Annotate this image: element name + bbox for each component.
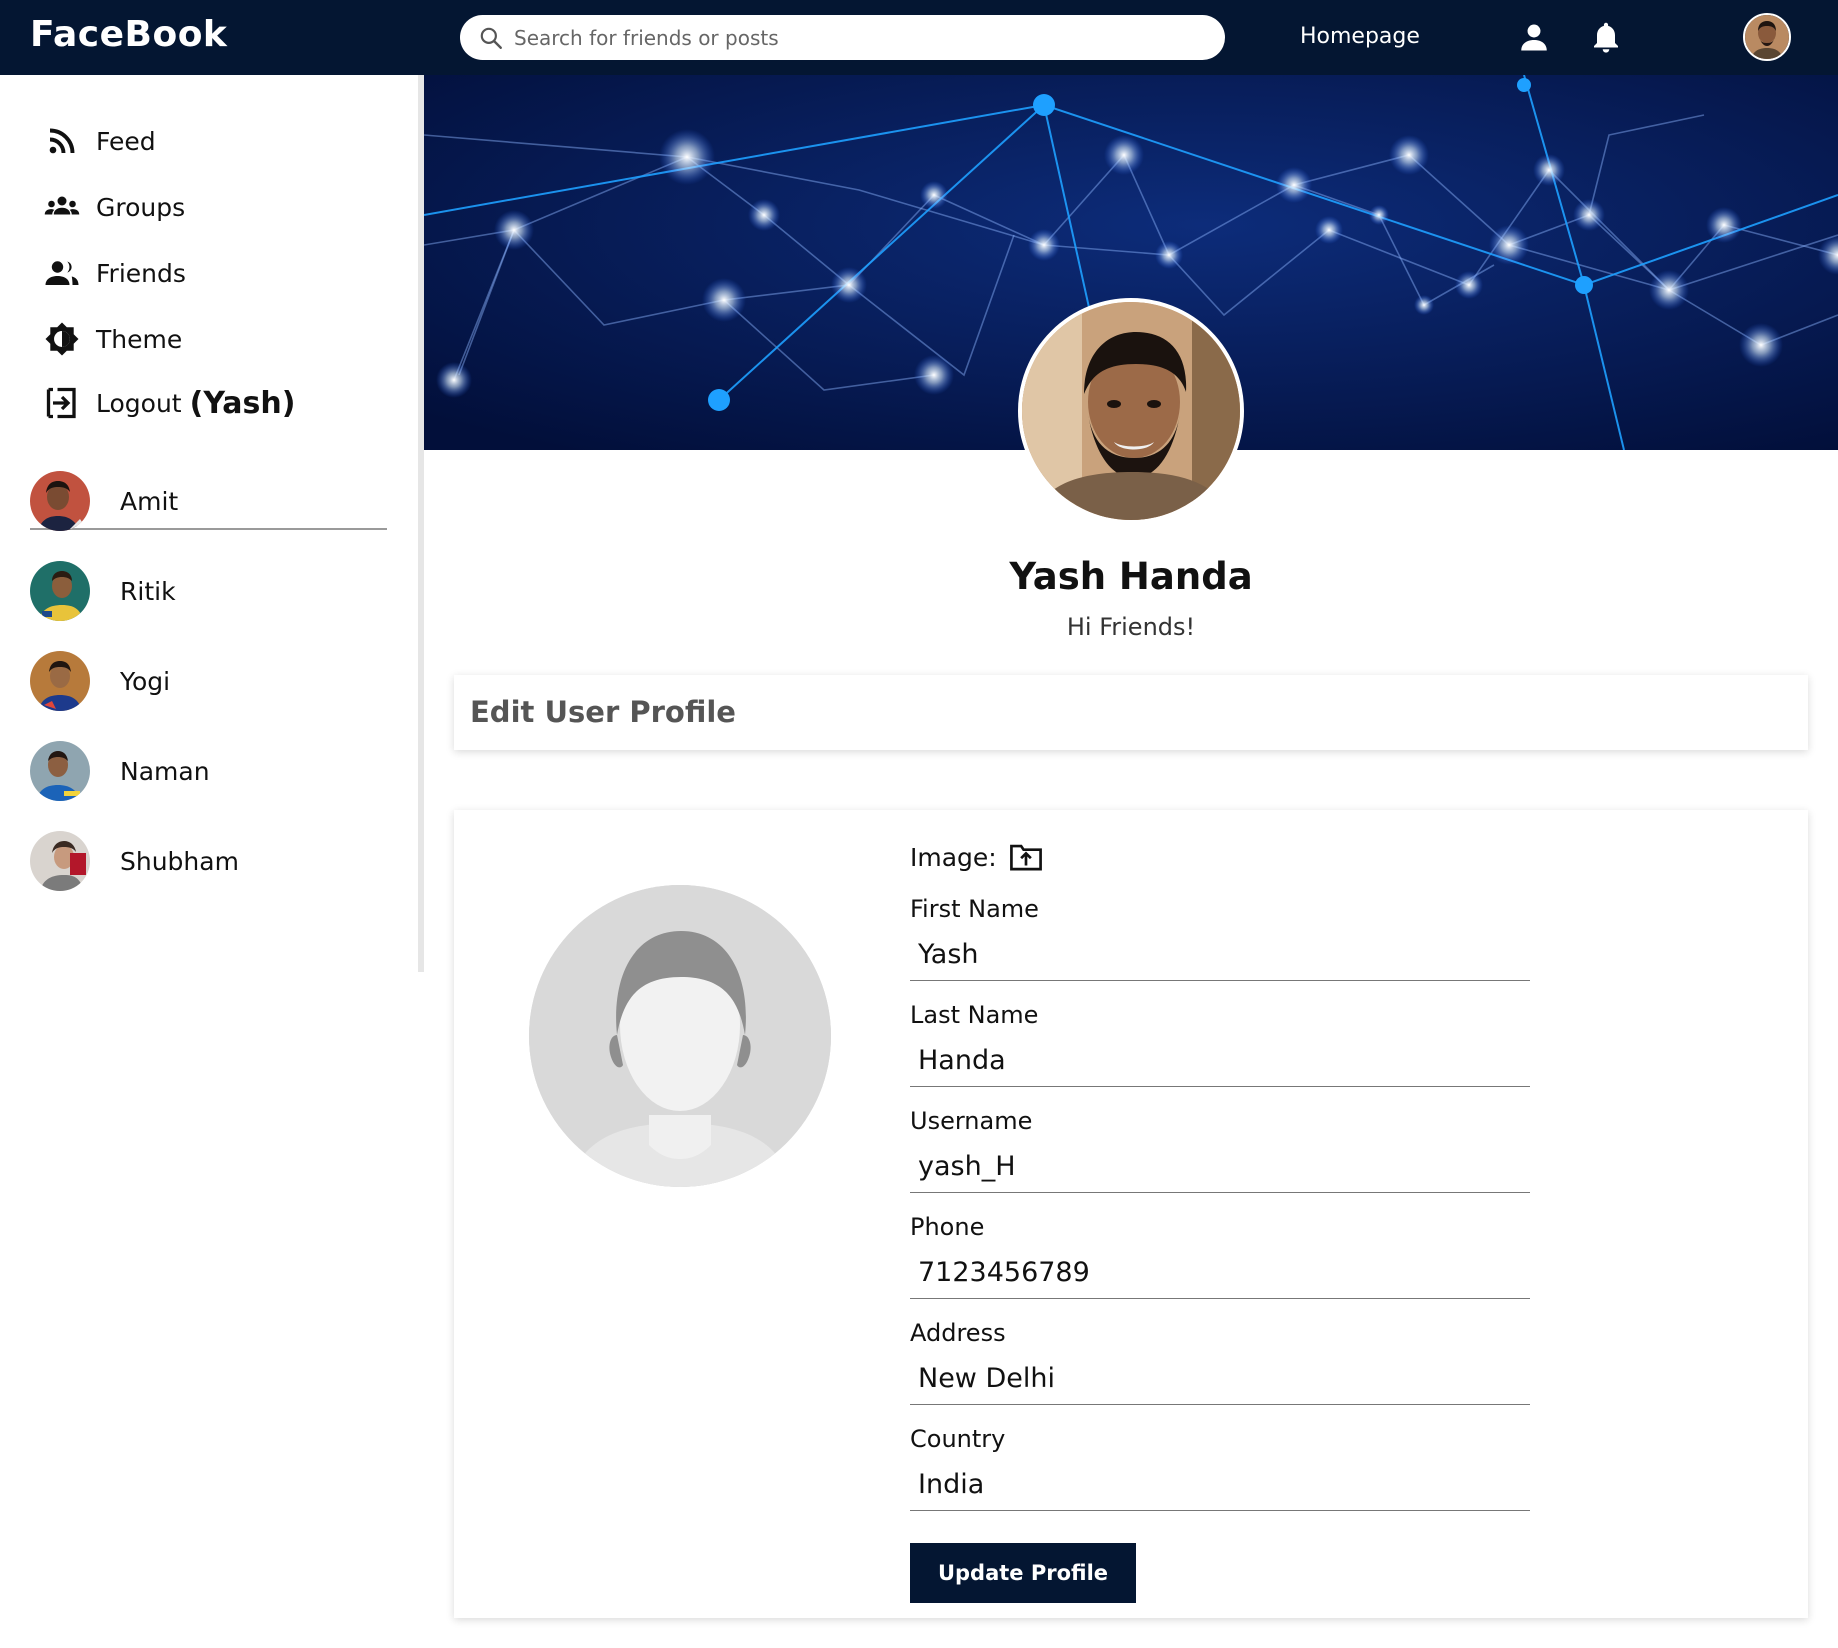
friends-icon [45, 261, 79, 285]
address-field: Address [910, 1319, 1530, 1405]
rss-icon [49, 128, 75, 154]
avatar [30, 561, 90, 621]
friend-name: Amit [120, 486, 179, 516]
homepage-link[interactable]: Homepage [1300, 24, 1420, 49]
brightness-icon [45, 322, 79, 356]
bell-icon[interactable] [1588, 19, 1624, 55]
field-label: Address [910, 1319, 1006, 1347]
last-name-input[interactable] [910, 1029, 1530, 1087]
phone-input[interactable] [910, 1241, 1530, 1299]
sidebar: Feed Groups Friends Theme Logout (Yash) … [0, 75, 418, 972]
person-icon[interactable] [1516, 19, 1552, 55]
friend-item-naman[interactable]: Naman [30, 741, 210, 801]
friend-name: Ritik [120, 576, 176, 606]
sidebar-item-logout[interactable]: Logout (Yash) [44, 385, 295, 421]
search-input[interactable] [514, 25, 1194, 50]
top-navbar: FaceBook Homepage [0, 0, 1838, 75]
profile-status: Hi Friends! [1066, 613, 1196, 641]
friend-item-amit[interactable]: Amit [30, 471, 178, 531]
search-icon [480, 27, 502, 49]
app-logo[interactable]: FaceBook [30, 14, 227, 55]
folder-upload-icon[interactable] [1009, 842, 1043, 872]
avatar [30, 831, 90, 891]
field-label: Username [910, 1107, 1033, 1135]
username-field: Username [910, 1107, 1530, 1193]
update-profile-button[interactable]: Update Profile [910, 1543, 1136, 1603]
phone-field: Phone [910, 1213, 1530, 1299]
sidebar-item-label: Groups [96, 192, 186, 222]
last-name-field: Last Name [910, 1001, 1530, 1087]
logout-username: (Yash) [189, 385, 296, 421]
sidebar-item-friends[interactable]: Friends [44, 255, 186, 291]
sidebar-item-feed[interactable]: Feed [44, 123, 156, 159]
profile-picture[interactable] [1018, 298, 1244, 524]
friend-item-shubham[interactable]: Shubham [30, 831, 239, 891]
friend-item-ritik[interactable]: Ritik [30, 561, 176, 621]
field-label: Last Name [910, 1001, 1039, 1029]
sidebar-item-label: Friends [96, 258, 186, 288]
profile-name: Yash Handa [1009, 555, 1253, 598]
country-field: Country [910, 1425, 1530, 1511]
groups-icon [44, 196, 80, 215]
edit-profile-title: Edit User Profile [470, 695, 736, 729]
field-label: Country [910, 1425, 1006, 1453]
sidebar-item-groups[interactable]: Groups [44, 189, 185, 225]
first-name-field: First Name [910, 895, 1530, 981]
friend-name: Naman [120, 756, 210, 786]
username-input[interactable] [910, 1135, 1530, 1193]
sidebar-item-label: Logout [96, 388, 182, 418]
image-upload-row[interactable]: Image: [910, 842, 1043, 872]
avatar [30, 471, 90, 531]
sidebar-item-label: Feed [96, 126, 156, 156]
country-input[interactable] [910, 1453, 1530, 1511]
image-label: Image: [910, 842, 997, 872]
friend-name: Yogi [120, 666, 171, 696]
field-label: First Name [910, 895, 1039, 923]
sidebar-item-theme[interactable]: Theme [44, 321, 182, 357]
friend-name: Shubham [120, 846, 239, 876]
edit-profile-header: Edit User Profile [454, 675, 1808, 750]
avatar-placeholder [529, 885, 831, 1187]
avatar [30, 651, 90, 711]
field-label: Phone [910, 1213, 985, 1241]
logout-icon [46, 387, 76, 419]
avatar [30, 741, 90, 801]
first-name-input[interactable] [910, 923, 1530, 981]
sidebar-item-label: Theme [96, 324, 183, 354]
friend-item-yogi[interactable]: Yogi [30, 651, 170, 711]
user-avatar[interactable] [1743, 13, 1791, 61]
search-bar[interactable] [460, 15, 1225, 60]
edit-profile-form: Image: First Name Last Name Username Pho… [454, 810, 1808, 1618]
address-input[interactable] [910, 1347, 1530, 1405]
